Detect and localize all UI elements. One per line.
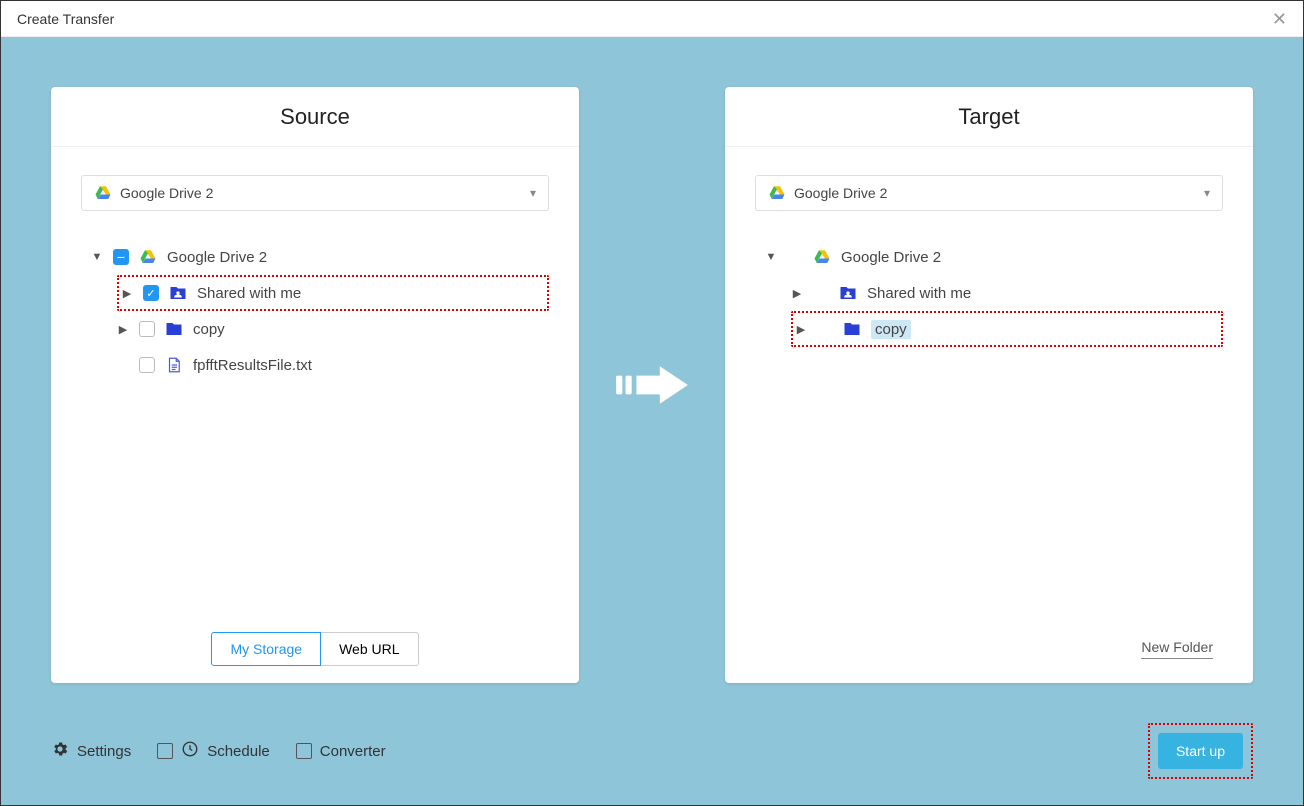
caret-right-icon[interactable] xyxy=(121,287,133,300)
gdrive-icon xyxy=(139,248,157,266)
caret-down-icon[interactable] xyxy=(91,251,103,263)
schedule-label: Schedule xyxy=(207,743,270,760)
source-header: Source xyxy=(51,87,579,147)
settings-label: Settings xyxy=(77,743,131,760)
checkbox-empty[interactable] xyxy=(139,321,155,337)
gdrive-icon xyxy=(768,184,786,202)
target-panel: Target Google Drive 2 ▾ xyxy=(725,87,1253,683)
source-shared-label: Shared with me xyxy=(197,285,301,302)
web-url-tab[interactable]: Web URL xyxy=(321,632,418,666)
checkbox-indeterminate[interactable] xyxy=(113,249,129,265)
new-folder-button[interactable]: New Folder xyxy=(1141,639,1213,659)
target-root-row[interactable]: Google Drive 2 xyxy=(765,239,1223,275)
file-icon xyxy=(165,356,183,374)
target-shared-row[interactable]: Shared with me xyxy=(791,275,1223,311)
caret-down-icon[interactable] xyxy=(765,251,777,263)
source-drive-select[interactable]: Google Drive 2 ▾ xyxy=(81,175,549,211)
target-drive-select[interactable]: Google Drive 2 ▾ xyxy=(755,175,1223,211)
chevron-down-icon: ▾ xyxy=(1204,186,1210,200)
startup-highlight: Start up xyxy=(1148,723,1253,779)
source-root-label: Google Drive 2 xyxy=(167,249,267,266)
source-copy-row[interactable]: copy xyxy=(117,311,549,347)
target-copy-label: copy xyxy=(871,320,911,339)
source-shared-row[interactable]: Shared with me xyxy=(117,275,549,311)
target-drive-label: Google Drive 2 xyxy=(794,185,887,201)
settings-button[interactable]: Settings xyxy=(51,740,131,762)
caret-right-icon[interactable] xyxy=(795,323,807,336)
gear-icon xyxy=(51,740,69,762)
source-drive-label: Google Drive 2 xyxy=(120,185,213,201)
target-root-label: Google Drive 2 xyxy=(841,249,941,266)
converter-button[interactable]: Converter xyxy=(296,743,386,760)
my-storage-tab[interactable]: My Storage xyxy=(211,632,321,666)
schedule-button[interactable]: Schedule xyxy=(157,740,270,762)
checkbox-checked[interactable] xyxy=(143,285,159,301)
folder-icon xyxy=(165,320,183,338)
source-file-row[interactable]: fpfftResultsFile.txt xyxy=(117,347,549,383)
checkbox-empty[interactable] xyxy=(296,743,312,759)
chevron-down-icon: ▾ xyxy=(530,186,536,200)
checkbox-empty[interactable] xyxy=(157,743,173,759)
checkbox-empty[interactable] xyxy=(139,357,155,373)
gdrive-icon xyxy=(94,184,112,202)
window-title: Create Transfer xyxy=(17,11,114,27)
startup-button[interactable]: Start up xyxy=(1158,733,1243,769)
source-copy-label: copy xyxy=(193,321,225,338)
folder-icon xyxy=(843,320,861,338)
source-panel: Source Google Drive 2 ▾ xyxy=(51,87,579,683)
transfer-arrow-icon xyxy=(612,355,692,415)
target-copy-row[interactable]: copy xyxy=(791,311,1223,347)
converter-label: Converter xyxy=(320,743,386,760)
caret-right-icon[interactable] xyxy=(791,287,803,300)
clock-icon xyxy=(181,740,199,762)
gdrive-icon xyxy=(813,248,831,266)
target-shared-label: Shared with me xyxy=(867,285,971,302)
shared-folder-icon xyxy=(169,284,187,302)
close-icon[interactable]: ✕ xyxy=(1272,10,1287,28)
target-header: Target xyxy=(725,87,1253,147)
source-root-row[interactable]: Google Drive 2 xyxy=(91,239,549,275)
shared-folder-icon xyxy=(839,284,857,302)
source-file-label: fpfftResultsFile.txt xyxy=(193,357,312,374)
caret-right-icon[interactable] xyxy=(117,323,129,336)
